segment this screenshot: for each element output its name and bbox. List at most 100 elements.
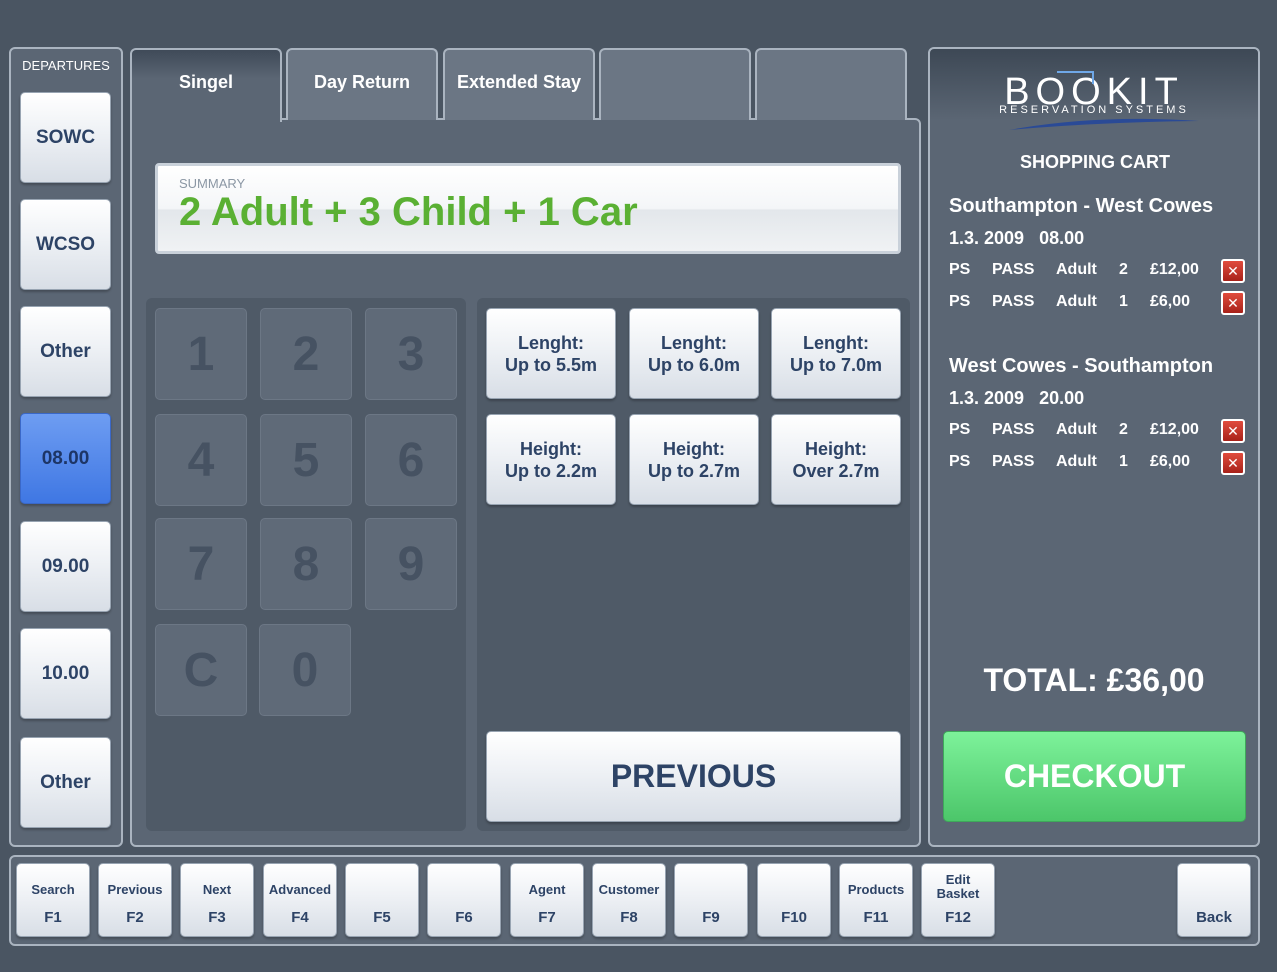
f9-button[interactable]: F9 [674,863,748,937]
departure-time-0900-button[interactable]: 09.00 [20,521,111,612]
trip-date-value: 1.3. 2009 [949,228,1025,248]
cart-line: PS PASS Adult 2 £12,00 ✕ [949,419,1249,443]
checkout-button[interactable]: CHECKOUT [943,731,1246,822]
f3-next-button[interactable]: Next F3 [180,863,254,937]
option-line1: Lenght: [661,332,727,353]
height-up-to-2-7m-button[interactable]: Height: Up to 2.7m [629,414,759,505]
line-code: PS [949,261,971,278]
delete-line-icon[interactable]: ✕ [1221,259,1245,283]
key-0[interactable]: 0 [259,624,351,716]
f8-customer-button[interactable]: Customer F8 [592,863,666,937]
length-up-to-7-0m-button[interactable]: Lenght: Up to 7.0m [771,308,901,399]
fkey-number: F4 [291,909,309,926]
line-type: PASS [992,261,1035,278]
key-1[interactable]: 1 [155,308,247,400]
departure-time-0800-button[interactable]: 08.00 [20,413,111,504]
departures-title: DEPARTURES [22,58,110,73]
option-line1: Height: [662,438,725,459]
line-qty: 1 [1119,453,1128,470]
departure-other-route-button[interactable]: Other [20,306,111,397]
key-7[interactable]: 7 [155,518,247,610]
line-price: £6,00 [1150,293,1191,310]
f1-search-button[interactable]: Search F1 [16,863,90,937]
fkey-number: F11 [863,909,889,926]
line-code: PS [949,453,971,470]
trip-date: 1.3. 2009 08.00 [949,228,1084,249]
line-price: £12,00 [1150,421,1199,438]
tab-empty-4[interactable] [599,48,751,120]
option-line2: Up to 5.5m [504,354,597,375]
line-category: Adult [1056,453,1097,470]
trip-route: West Cowes - Southampton [949,355,1214,377]
delete-line-icon[interactable]: ✕ [1221,291,1245,315]
fkey-number: F3 [208,909,226,926]
key-2[interactable]: 2 [260,308,352,400]
tab-empty-5[interactable] [755,48,907,120]
key-9[interactable]: 9 [365,518,457,610]
trip-date-value: 1.3. 2009 [949,388,1025,408]
f4-advanced-button[interactable]: Advanced F4 [263,863,337,937]
key-8[interactable]: 8 [260,518,352,610]
back-label: Back [1196,909,1232,926]
bookit-logo: BOOKIT RESERVATION SYSTEMS [999,71,1199,130]
option-line1: Lenght: [803,332,869,353]
tab-singel[interactable]: Singel [130,48,282,122]
height-up-to-2-2m-button[interactable]: Height: Up to 2.2m [486,414,616,505]
cart-total: TOTAL: £36,00 [983,662,1205,698]
option-line2: Up to 6.0m [647,354,740,375]
line-code: PS [949,421,971,438]
key-6[interactable]: 6 [365,414,457,506]
cart-line: PS PASS Adult 1 £6,00 ✕ [949,451,1249,475]
trip-route: Southampton - West Cowes [949,195,1214,217]
tab-extended-stay[interactable]: Extended Stay [443,48,595,120]
shopping-cart-title: SHOPPING CART [1019,152,1170,172]
length-up-to-6-0m-button[interactable]: Lenght: Up to 6.0m [629,308,759,399]
fkey-label: Previous [107,882,163,897]
f7-agent-button[interactable]: Agent F7 [510,863,584,937]
cart-line: PS PASS Adult 2 £12,00 ✕ [949,259,1249,283]
key-5[interactable]: 5 [260,414,352,506]
option-line1: Height: [519,438,582,459]
summary-label: SUMMARY [179,176,246,191]
fkey-label: Next [202,882,232,897]
summary-value: 2 Adult + 3 Child + 1 Car [179,190,638,234]
previous-button[interactable]: PREVIOUS [486,731,901,822]
back-button[interactable]: Back [1177,863,1251,937]
f12-edit-basket-button[interactable]: Edit Basket F12 [921,863,995,937]
fkey-number: F8 [620,909,638,926]
option-line2: Up to 7.0m [789,354,882,375]
delete-line-icon[interactable]: ✕ [1221,419,1245,443]
line-category: Adult [1056,421,1097,438]
fkey-number: F6 [455,909,473,926]
line-type: PASS [992,453,1035,470]
departure-wcso-button[interactable]: WCSO [20,199,111,290]
svg-text:RESERVATION SYSTEMS: RESERVATION SYSTEMS [999,104,1189,116]
option-line2: Over 2.7m [792,460,880,481]
fkey-label: Advanced [268,882,332,897]
length-up-to-5-5m-button[interactable]: Lenght: Up to 5.5m [486,308,616,399]
line-category: Adult [1056,293,1097,310]
line-type: PASS [992,293,1035,310]
fkey-number: F5 [373,909,391,926]
departure-other-time-button[interactable]: Other [20,737,111,828]
trip-time: 08.00 [1039,228,1085,248]
delete-line-icon[interactable]: ✕ [1221,451,1245,475]
f6-button[interactable]: F6 [427,863,501,937]
tab-day-return[interactable]: Day Return [286,48,438,120]
key-clear[interactable]: C [155,624,247,716]
key-3[interactable]: 3 [365,308,457,400]
f5-button[interactable]: F5 [345,863,419,937]
height-over-2-7m-button[interactable]: Height: Over 2.7m [771,414,901,505]
departure-sowc-button[interactable]: SOWC [20,92,111,183]
f10-button[interactable]: F10 [757,863,831,937]
summary-box: SUMMARY 2 Adult + 3 Child + 1 Car [155,163,901,254]
line-qty: 2 [1119,421,1128,438]
f2-previous-button[interactable]: Previous F2 [98,863,172,937]
fkey-number: F2 [126,909,144,926]
key-4[interactable]: 4 [155,414,247,506]
f11-products-button[interactable]: Products F11 [839,863,913,937]
fkey-number: F10 [781,909,807,926]
line-qty: 2 [1119,261,1128,278]
departure-time-1000-button[interactable]: 10.00 [20,628,111,719]
line-qty: 1 [1119,293,1128,310]
